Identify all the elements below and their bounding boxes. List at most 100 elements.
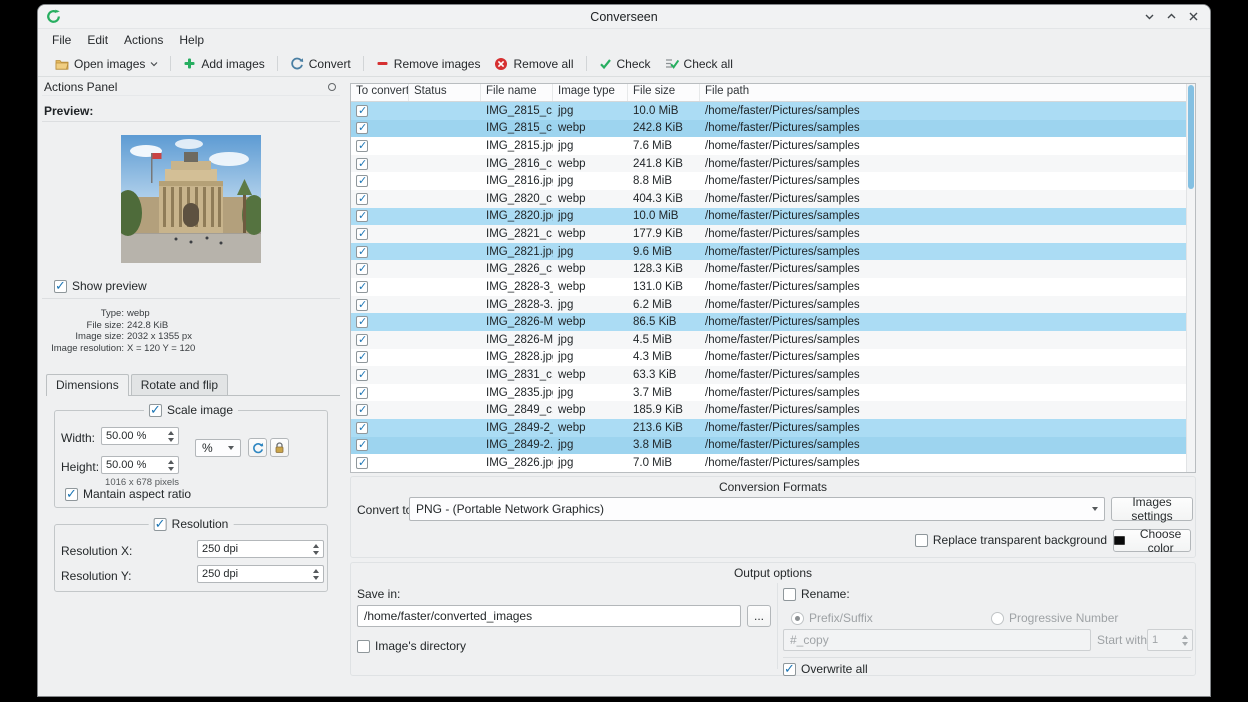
menu-file[interactable]: File bbox=[44, 30, 79, 50]
column-image-type[interactable]: Image type bbox=[553, 84, 628, 101]
table-row[interactable]: IMG_2849-2.j... jpg 3.8 MiB /home/faster… bbox=[351, 437, 1186, 455]
row-checkbox[interactable] bbox=[356, 105, 368, 117]
add-images-button[interactable]: Add images bbox=[176, 54, 271, 74]
refresh-size-button[interactable] bbox=[248, 438, 267, 457]
spin-up-icon[interactable] bbox=[168, 460, 174, 464]
overwrite-all-checkbox[interactable]: Overwrite all bbox=[783, 662, 868, 676]
table-row[interactable]: IMG_2826_c... webp 128.3 KiB /home/faste… bbox=[351, 260, 1186, 278]
row-checkbox[interactable] bbox=[356, 228, 368, 240]
spin-down-icon[interactable] bbox=[313, 576, 319, 580]
replace-background-checkbox[interactable]: Replace transparent background bbox=[915, 533, 1107, 547]
remove-all-button[interactable]: Remove all bbox=[487, 54, 580, 74]
spin-up-icon[interactable] bbox=[168, 431, 174, 435]
table-row[interactable]: IMG_2826.jpg jpg 7.0 MiB /home/faster/Pi… bbox=[351, 454, 1186, 472]
rename-pattern-input[interactable] bbox=[783, 629, 1091, 651]
column-status[interactable]: Status bbox=[409, 84, 481, 101]
table-row[interactable]: IMG_2828.jpg jpg 4.3 MiB /home/faster/Pi… bbox=[351, 349, 1186, 367]
table-row[interactable]: IMG_2849_c... webp 185.9 KiB /home/faste… bbox=[351, 401, 1186, 419]
check-button[interactable]: Check bbox=[592, 54, 658, 74]
menu-help[interactable]: Help bbox=[171, 30, 212, 50]
row-checkbox[interactable] bbox=[356, 387, 368, 399]
table-row[interactable]: IMG_2815_c... jpg 10.0 MiB /home/faster/… bbox=[351, 102, 1186, 120]
table-row[interactable]: IMG_2835.jpg jpg 3.7 MiB /home/faster/Pi… bbox=[351, 384, 1186, 402]
spin-down-icon[interactable] bbox=[168, 467, 174, 471]
float-panel-icon[interactable] bbox=[328, 83, 336, 91]
column-file-path[interactable]: File path bbox=[700, 84, 1186, 101]
row-checkbox[interactable] bbox=[356, 351, 368, 363]
table-row[interactable]: IMG_2815_c... webp 242.8 KiB /home/faste… bbox=[351, 120, 1186, 138]
column-file-size[interactable]: File size bbox=[628, 84, 700, 101]
resolution-y-spinbox[interactable]: 250 dpi bbox=[197, 565, 324, 583]
spin-down-icon[interactable] bbox=[168, 438, 174, 442]
row-checkbox[interactable] bbox=[356, 457, 368, 469]
spin-up-icon[interactable] bbox=[313, 569, 319, 573]
show-preview-checkbox[interactable]: Show preview bbox=[54, 279, 340, 293]
table-row[interactable]: IMG_2831_c... webp 63.3 KiB /home/faster… bbox=[351, 366, 1186, 384]
tab-rotate-and-flip[interactable]: Rotate and flip bbox=[131, 374, 228, 395]
row-checkbox[interactable] bbox=[356, 175, 368, 187]
row-checkbox[interactable] bbox=[356, 334, 368, 346]
titlebar[interactable]: Converseen bbox=[38, 5, 1210, 29]
table-row[interactable]: IMG_2820_c... webp 404.3 KiB /home/faste… bbox=[351, 190, 1186, 208]
row-checkbox[interactable] bbox=[356, 422, 368, 434]
convert-button[interactable]: Convert bbox=[283, 54, 358, 74]
format-combobox[interactable]: PNG - (Portable Network Graphics) bbox=[409, 497, 1105, 521]
unit-combobox[interactable]: % bbox=[195, 439, 241, 457]
resolution-x-spinbox[interactable]: 250 dpi bbox=[197, 540, 324, 558]
lock-aspect-button[interactable] bbox=[270, 438, 289, 457]
remove-images-button[interactable]: Remove images bbox=[369, 54, 488, 74]
spin-down-icon[interactable] bbox=[313, 551, 319, 555]
spin-down-icon[interactable] bbox=[1182, 642, 1188, 646]
table-row[interactable]: IMG_2816_c... webp 241.8 KiB /home/faste… bbox=[351, 155, 1186, 173]
maintain-aspect-checkbox[interactable]: Mantain aspect ratio bbox=[65, 487, 191, 501]
table-row[interactable]: IMG_2821_c... webp 177.9 KiB /home/faste… bbox=[351, 225, 1186, 243]
progressive-number-radio[interactable]: Progressive Number bbox=[991, 611, 1118, 625]
check-all-button[interactable]: Check all bbox=[658, 54, 740, 74]
row-checkbox[interactable] bbox=[356, 299, 368, 311]
table-row[interactable]: IMG_2849-2_... webp 213.6 KiB /home/fast… bbox=[351, 419, 1186, 437]
spin-up-icon[interactable] bbox=[1182, 635, 1188, 639]
row-checkbox[interactable] bbox=[356, 246, 368, 258]
row-checkbox[interactable] bbox=[356, 281, 368, 293]
vertical-scrollbar[interactable] bbox=[1186, 84, 1195, 472]
row-checkbox[interactable] bbox=[356, 193, 368, 205]
table-row[interactable]: IMG_2816.jpg jpg 8.8 MiB /home/faster/Pi… bbox=[351, 172, 1186, 190]
prefix-suffix-radio[interactable]: Prefix/Suffix bbox=[791, 611, 873, 625]
column-to-convert[interactable]: To convert bbox=[351, 84, 409, 101]
maximize-button[interactable] bbox=[1164, 10, 1178, 24]
images-directory-checkbox[interactable]: Image's directory bbox=[357, 639, 466, 653]
table-row[interactable]: IMG_2826-M... webp 86.5 KiB /home/faster… bbox=[351, 313, 1186, 331]
actions-panel-header[interactable]: Actions Panel bbox=[42, 78, 340, 96]
table-row[interactable]: IMG_2826-M... jpg 4.5 MiB /home/faster/P… bbox=[351, 331, 1186, 349]
row-checkbox[interactable] bbox=[356, 210, 368, 222]
save-path-input[interactable] bbox=[357, 605, 741, 627]
row-checkbox[interactable] bbox=[356, 140, 368, 152]
shade-button[interactable] bbox=[1142, 10, 1156, 24]
row-checkbox[interactable] bbox=[356, 439, 368, 451]
height-spinbox[interactable]: 50.00 % bbox=[101, 456, 179, 474]
column-file-name[interactable]: File name bbox=[481, 84, 553, 101]
table-row[interactable]: IMG_2821.jpg jpg 9.6 MiB /home/faster/Pi… bbox=[351, 243, 1186, 261]
menu-edit[interactable]: Edit bbox=[79, 30, 116, 50]
open-images-button[interactable]: Open images bbox=[48, 54, 165, 74]
table-row[interactable]: IMG_2828-3_... webp 131.0 KiB /home/fast… bbox=[351, 278, 1186, 296]
table-row[interactable]: IMG_2815.jpg jpg 7.6 MiB /home/faster/Pi… bbox=[351, 137, 1186, 155]
rename-checkbox[interactable]: Rename: bbox=[783, 587, 850, 601]
scale-image-checkbox[interactable]: Scale image bbox=[149, 403, 233, 417]
images-settings-button[interactable]: Images settings bbox=[1111, 497, 1193, 521]
resolution-checkbox[interactable]: Resolution bbox=[154, 517, 229, 531]
table-row[interactable]: IMG_2820.jpg jpg 10.0 MiB /home/faster/P… bbox=[351, 208, 1186, 226]
browse-button[interactable]: ... bbox=[747, 605, 771, 627]
table-row[interactable]: IMG_2828-3.j... jpg 6.2 MiB /home/faster… bbox=[351, 296, 1186, 314]
row-checkbox[interactable] bbox=[356, 404, 368, 416]
row-checkbox[interactable] bbox=[356, 316, 368, 328]
close-button[interactable] bbox=[1186, 10, 1200, 24]
menu-actions[interactable]: Actions bbox=[116, 30, 171, 50]
scrollbar-handle[interactable] bbox=[1188, 85, 1194, 189]
row-checkbox[interactable] bbox=[356, 158, 368, 170]
choose-color-button[interactable]: Choose color bbox=[1113, 529, 1191, 552]
width-spinbox[interactable]: 50.00 % bbox=[101, 427, 179, 445]
row-checkbox[interactable] bbox=[356, 122, 368, 134]
row-checkbox[interactable] bbox=[356, 263, 368, 275]
row-checkbox[interactable] bbox=[356, 369, 368, 381]
